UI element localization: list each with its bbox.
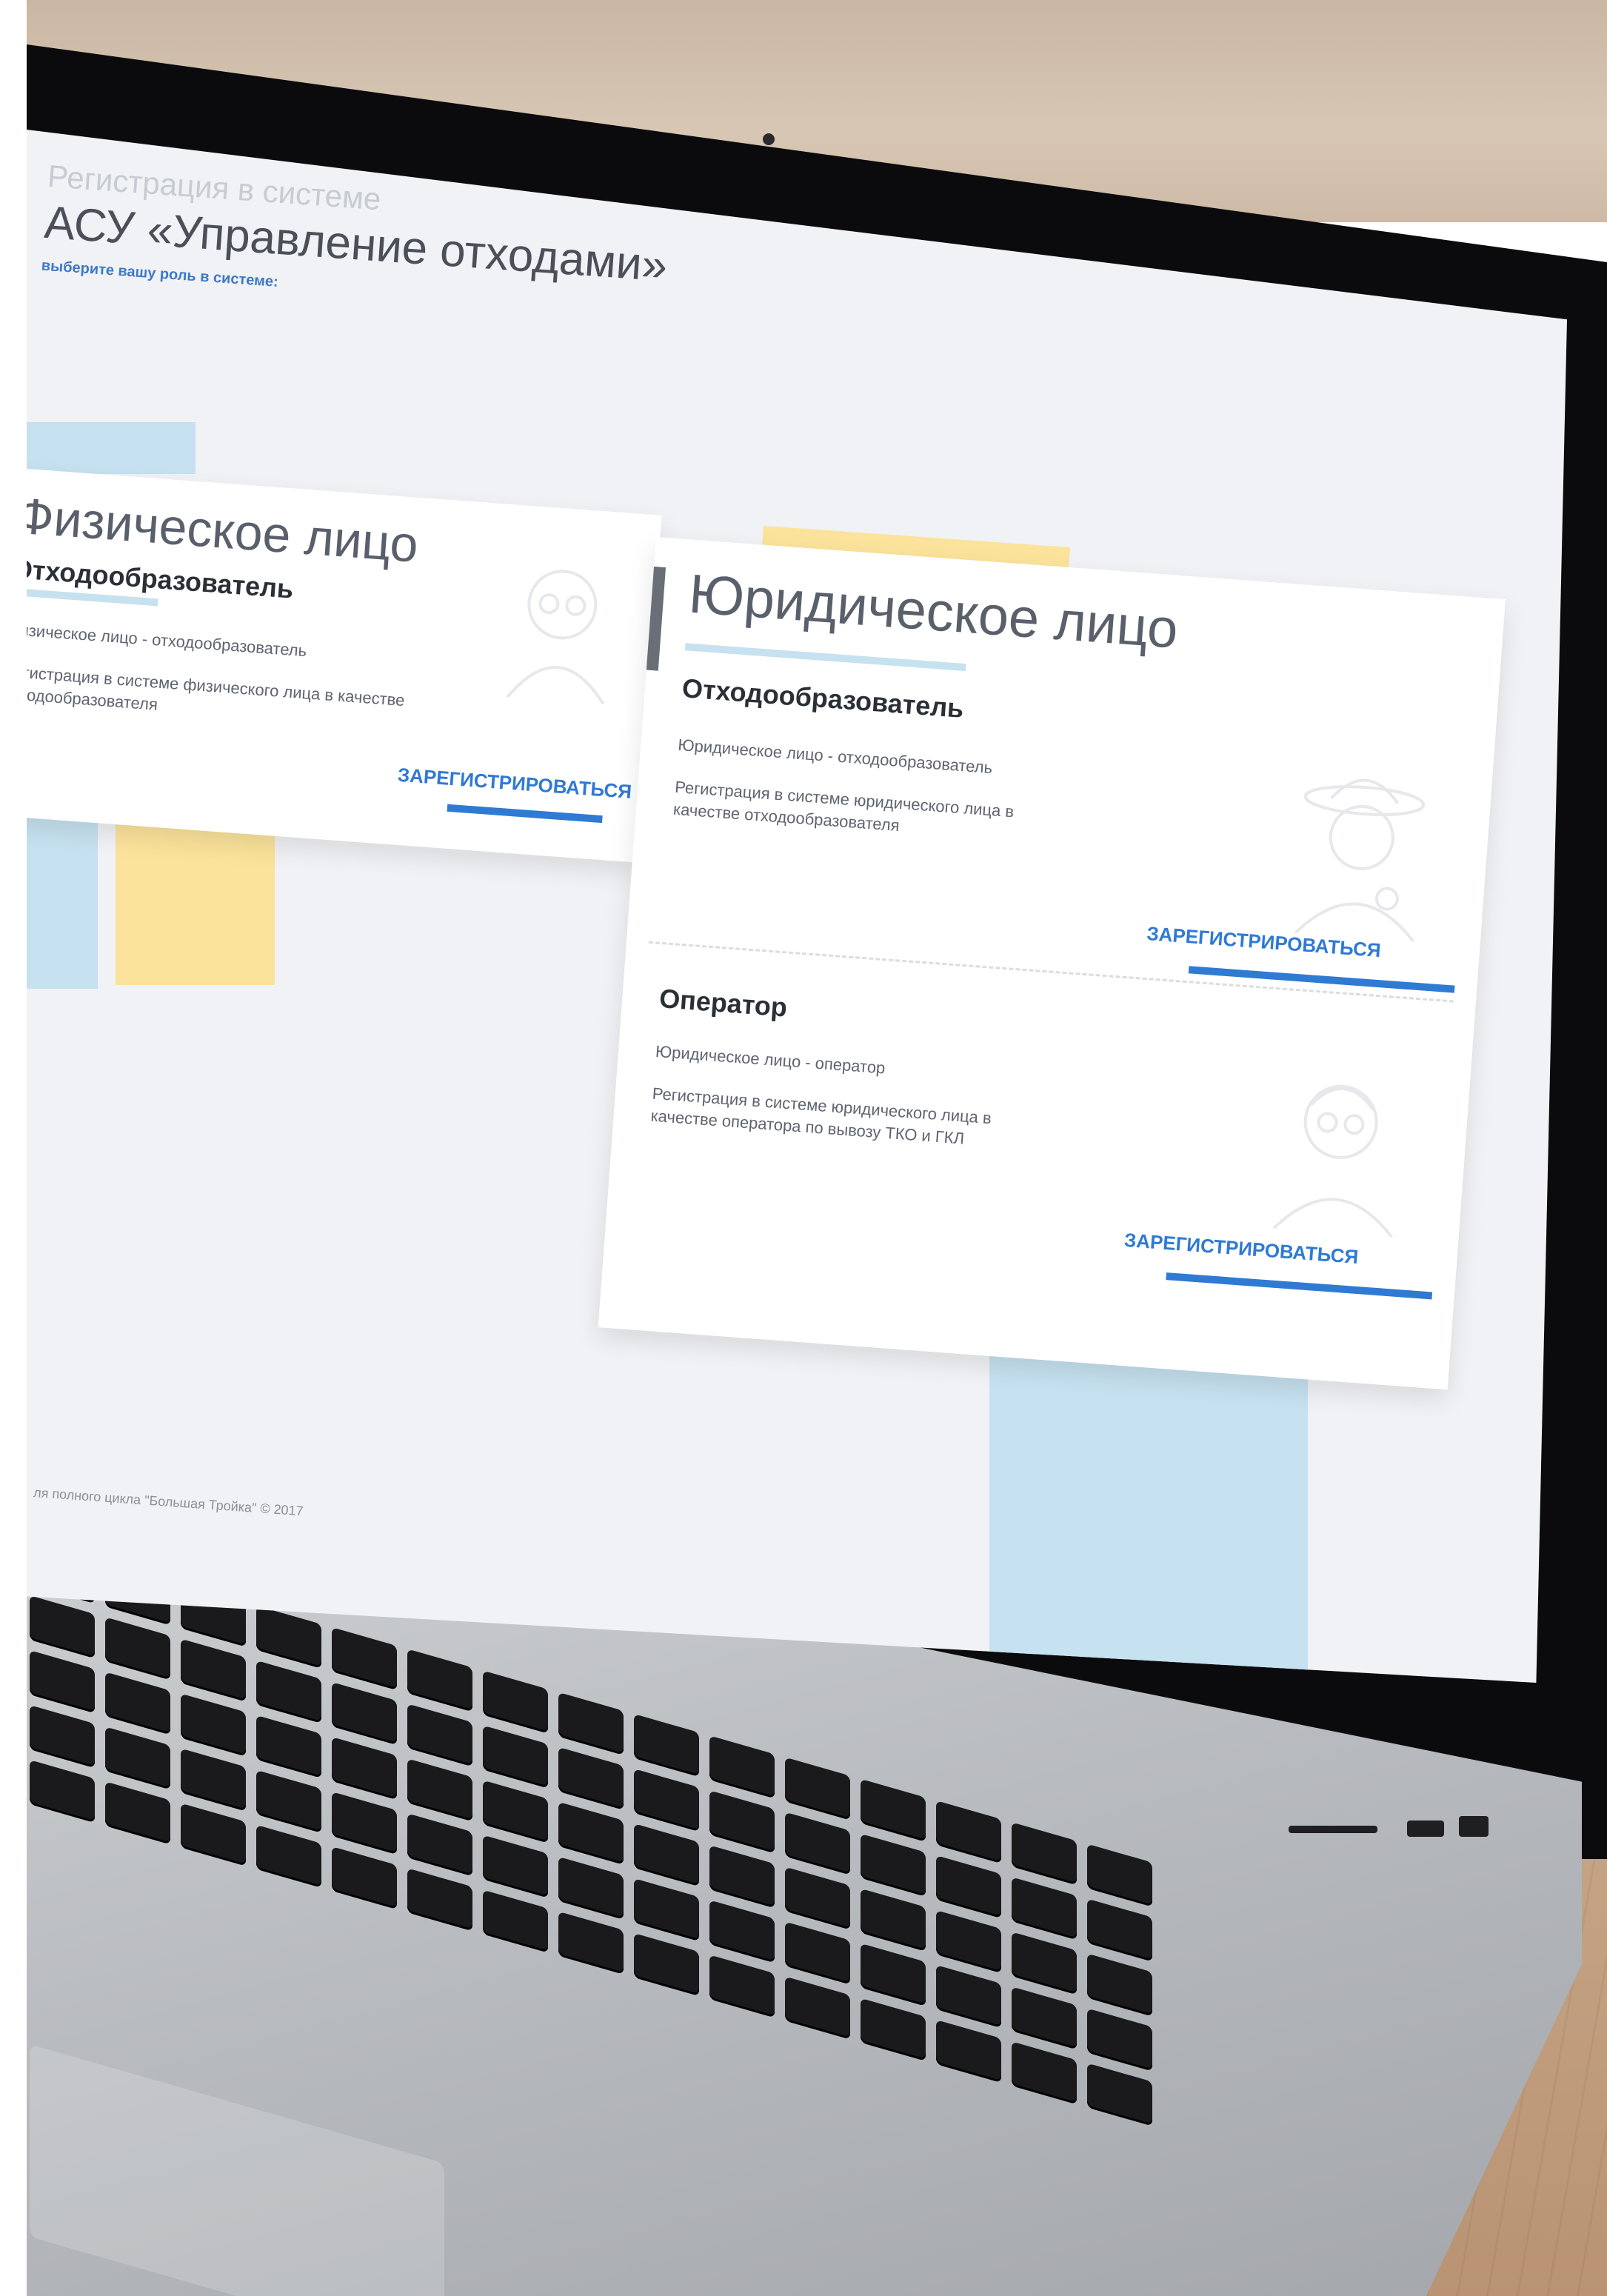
keyboard-key[interactable] [936, 1964, 1001, 2029]
keyboard-key[interactable] [709, 1790, 775, 1854]
keyboard-key[interactable] [483, 1780, 548, 1843]
section-desc: Регистрация в системе юридического лица … [672, 777, 1015, 835]
farmer-avatar-icon [1294, 778, 1426, 943]
keyboard-key[interactable] [407, 1758, 472, 1822]
image-margin [0, 0, 27, 2296]
keyboard-key[interactable] [181, 1693, 246, 1757]
keyboard-key[interactable] [105, 1672, 170, 1735]
keyboard-key[interactable] [105, 1726, 170, 1790]
keyboard-key[interactable] [407, 1868, 472, 1932]
keyboard-key[interactable] [30, 1595, 95, 1659]
keyboard-key[interactable] [861, 1943, 926, 2006]
usb-port [1407, 1821, 1444, 1837]
laptop-screen: Регистрация в системе АСУ «Управление от… [27, 130, 1567, 1683]
photo-scene: Регистрация в системе АСУ «Управление от… [0, 0, 1607, 2296]
section-role: Оператор [658, 983, 789, 1023]
keyboard-key[interactable] [256, 1660, 321, 1723]
keyboard-key[interactable] [634, 1932, 699, 1997]
section-desc: Регистрация в системе физического лица в… [1, 661, 406, 714]
card-title: Юридическое лицо [686, 562, 1180, 660]
keyboard-key[interactable] [105, 1781, 170, 1845]
keyboard-key[interactable] [1087, 1953, 1152, 2017]
keyboard-key[interactable] [181, 1638, 246, 1702]
keyboard-key[interactable] [105, 1617, 170, 1681]
keyboard-key[interactable] [709, 1955, 775, 2018]
keyboard-key[interactable] [709, 1900, 775, 1963]
register-button[interactable]: ЗАРЕГИСТРИРОВАТЬСЯ [397, 764, 632, 804]
card-physical-person: Физическое лицо Отходообразователь Физич… [1, 467, 662, 863]
keyboard-key[interactable] [30, 1650, 95, 1714]
keyboard-key[interactable] [181, 1748, 246, 1812]
webcam [763, 133, 775, 145]
keyboard-key[interactable] [256, 1715, 321, 1778]
keyboard-key[interactable] [30, 1760, 95, 1823]
deco-blue-block [27, 804, 98, 989]
person-avatar-icon [506, 570, 605, 705]
section-short: Физическое лицо - отходообразователь [7, 619, 308, 661]
keyboard-key[interactable] [634, 1768, 699, 1832]
footer-copyright: ля полного цикла "Большая Тройка" © 2017 [33, 1485, 304, 1519]
section-short: Юридическое лицо - отходообразователь [677, 735, 993, 778]
card-legal-entity: Юридическое лицо Отходообразователь Юрид… [598, 537, 1506, 1390]
keyboard-key[interactable] [483, 1835, 548, 1898]
deco-blue-block [27, 422, 196, 474]
keyboard-key[interactable] [936, 1855, 1001, 1919]
keyboard-key[interactable] [256, 1769, 321, 1833]
keyboard-key[interactable] [936, 2019, 1001, 2083]
register-button-underline [1188, 966, 1455, 993]
keyboard-key[interactable] [861, 1833, 926, 1897]
keyboard-key[interactable] [558, 1856, 624, 1920]
keyboard-key[interactable] [1012, 2041, 1077, 2105]
keyboard-key[interactable] [407, 1703, 472, 1767]
keyboard-key[interactable] [785, 1921, 850, 1985]
keyboard-key[interactable] [785, 1976, 850, 2040]
side-ports [1289, 1807, 1526, 1859]
keyboard-key[interactable] [407, 1813, 472, 1877]
register-button[interactable]: ЗАРЕГИСТРИРОВАТЬСЯ [1123, 1229, 1359, 1269]
section-role: Отходообразователь [681, 673, 965, 724]
keyboard-key[interactable] [936, 1909, 1001, 1974]
keyboard-key[interactable] [558, 1746, 624, 1810]
hdmi-port [1459, 1816, 1489, 1837]
keyboard-key[interactable] [332, 1736, 397, 1801]
title-underline [684, 643, 966, 672]
keyboard-key[interactable] [332, 1681, 397, 1746]
keyboard-key[interactable] [634, 1878, 699, 1942]
keyboard-key[interactable] [1012, 1986, 1077, 2050]
keyboard-key[interactable] [634, 1823, 699, 1887]
keyboard-key[interactable] [861, 1888, 926, 1952]
deco-yellow-block [116, 818, 275, 985]
keyboard-key[interactable] [785, 1812, 850, 1875]
register-button-underline [1166, 1272, 1433, 1300]
sd-slot [1289, 1826, 1377, 1833]
keyboard-key[interactable] [1012, 1932, 1077, 1995]
keyboard-key[interactable] [332, 1791, 397, 1855]
keyboard-key[interactable] [332, 1846, 397, 1910]
keyboard-key[interactable] [181, 1803, 246, 1866]
keyboard-key[interactable] [483, 1889, 548, 1953]
keyboard-key[interactable] [1087, 1898, 1152, 1962]
register-button-underline [447, 804, 603, 824]
keyboard-key[interactable] [1087, 2008, 1152, 2072]
keyboard-key[interactable] [558, 1911, 624, 1975]
keyboard-key[interactable] [483, 1725, 548, 1789]
keyboard-key[interactable] [30, 1705, 95, 1769]
keyboard-key[interactable] [558, 1801, 624, 1865]
keyboard-key[interactable] [256, 1824, 321, 1888]
section-desc: Регистрация в системе юридического лица … [649, 1084, 992, 1148]
operator-avatar-icon [1272, 1084, 1394, 1238]
keyboard-key[interactable] [861, 1998, 926, 2061]
keyboard-key[interactable] [1012, 1877, 1077, 1940]
keyboard-key[interactable] [785, 1866, 850, 1930]
keyboard-key[interactable] [1087, 2063, 1152, 2126]
keyboard-key[interactable] [709, 1845, 775, 1909]
section-short: Юридическое лицо - оператор [655, 1041, 886, 1078]
